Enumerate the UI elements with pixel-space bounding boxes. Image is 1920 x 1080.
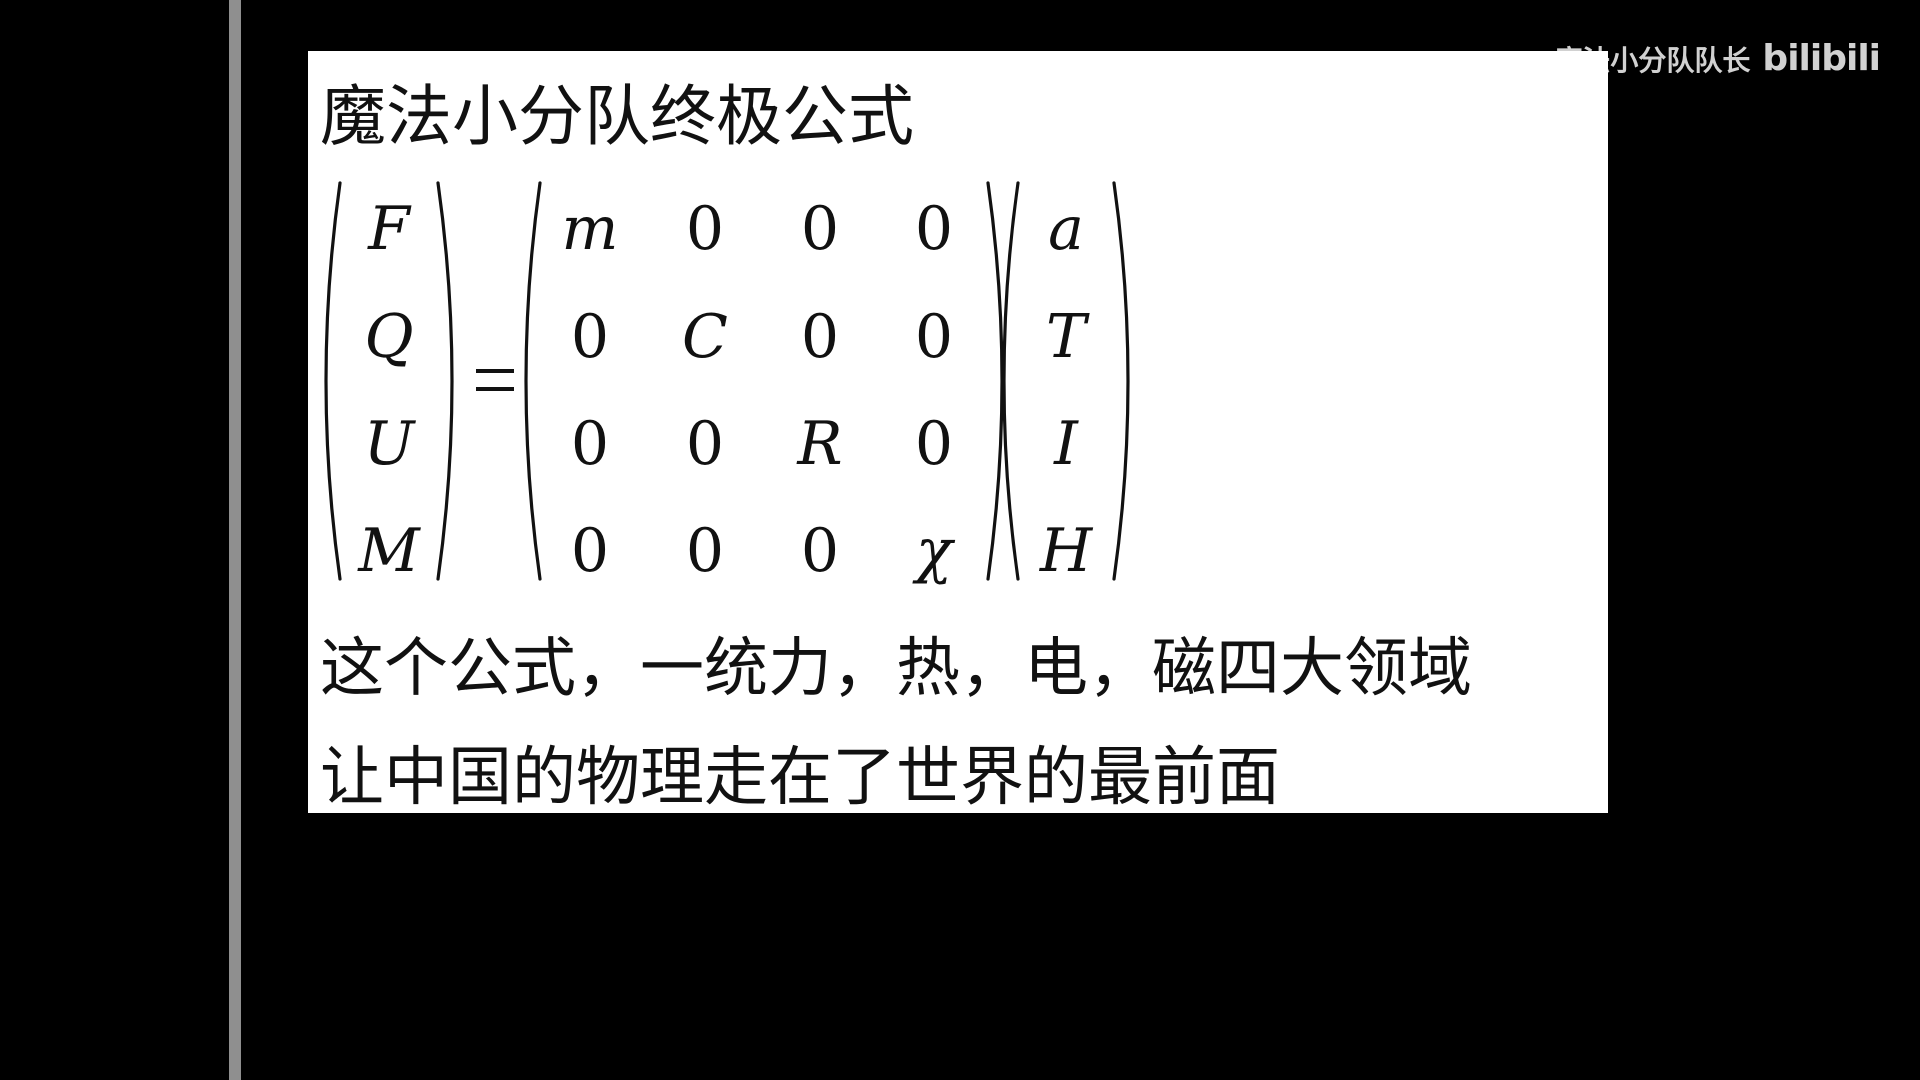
matrix-entry: m <box>562 194 619 264</box>
matrix-entry: 0 <box>915 302 953 372</box>
right-vector: aTIH <box>1039 194 1094 586</box>
matrix-entry: 0 <box>801 194 839 264</box>
coefficient-matrix: m 0 0 00 C 0 00 0 R 00 0 0 χ <box>562 194 956 586</box>
left-vector-entry: F <box>367 194 412 264</box>
matrix-equation: FQUM m 0 0 00 C 0 00 0 R 00 0 0 χ aTIH <box>324 181 1130 586</box>
matrix-entry: 0 <box>801 302 839 372</box>
left-divider-bar <box>229 0 241 1080</box>
left-vector-entry: Q <box>364 302 413 372</box>
equals-sign <box>476 369 514 391</box>
matrix-entry: χ <box>912 516 956 586</box>
left-vector-close-paren <box>436 181 454 581</box>
matrix-entry: 0 <box>571 516 609 586</box>
matrix-entry: 0 <box>686 194 724 264</box>
right-vector-open-paren <box>1002 181 1020 581</box>
right-vector-entry: T <box>1046 302 1090 372</box>
matrix-entry: 0 <box>915 409 953 479</box>
formula-slide: 魔法小分队终极公式 FQUM m0000C0000R0000χ aTIH 这个公… <box>308 51 1608 815</box>
caption-line-2: 让中国的物理走在了世界的最前面 <box>320 741 1280 815</box>
matrix-entry: 0 <box>686 409 724 479</box>
right-vector-entry: H <box>1039 516 1094 586</box>
right-vector-close-paren <box>1112 181 1130 581</box>
bilibili-logo-icon: bilibili <box>1762 38 1881 79</box>
matrix-entry: 0 <box>915 194 953 264</box>
matrix-entry: R <box>796 409 842 479</box>
matrix-entry: 0 <box>571 302 609 372</box>
matrix-entry: 0 <box>686 516 724 586</box>
left-vector-open-paren <box>324 181 342 581</box>
slide-title: 魔法小分队终极公式 <box>320 78 914 155</box>
right-vector-entry: a <box>1048 194 1084 264</box>
left-vector-entry: U <box>364 409 417 479</box>
caption-line-1: 这个公式，一统力，热，电，磁四大领域 <box>320 632 1472 706</box>
matrix-entry: 0 <box>571 409 609 479</box>
left-vector: FQUM <box>357 194 421 586</box>
left-vector-entry: M <box>357 516 421 586</box>
matrix-entry: 0 <box>801 516 839 586</box>
matrix-open-paren <box>524 181 542 581</box>
right-vector-entry: I <box>1053 409 1079 479</box>
video-frame: 魔法小分队队长 bilibili 魔法小分队终极公式 FQUM m0000C00… <box>0 0 1920 1080</box>
matrix-entry: C <box>682 302 728 372</box>
matrix-close-paren <box>986 181 1004 581</box>
